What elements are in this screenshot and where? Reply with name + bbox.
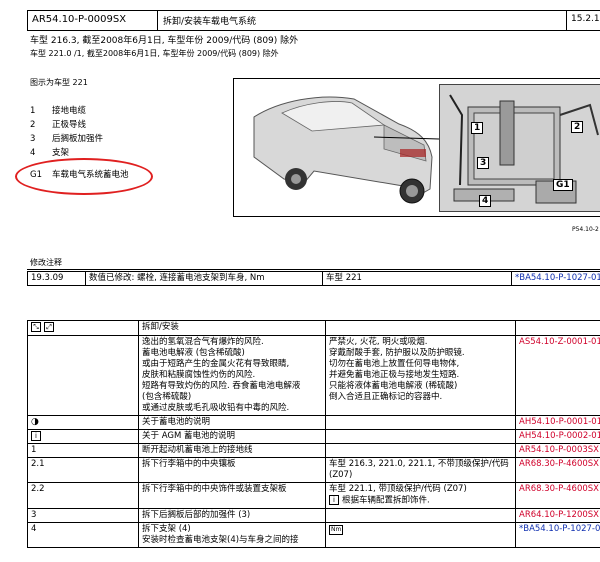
table-row: ◑ 关于蓄电池的说明 AH54.10-P-0001-01A [27, 414, 600, 430]
callout-g1: G1 [553, 179, 573, 191]
table-row: 2.1 拆下行李箱中的中央镶板 车型 216.3, 221.0, 221.1, … [27, 457, 600, 483]
notes-model: 车型 221 [322, 271, 512, 286]
figure-legend: 1 接地电缆 2 正极导线 3 后搁板加强件 4 支架 [30, 104, 103, 160]
expand-icon[interactable]: ⤡ [31, 322, 41, 332]
table-head-row: ⤡ ⤢ 拆卸/安装 [27, 320, 600, 336]
table-row: 4 拆下支架 (4) 安装时检查蓄电池支架(4)与车身之间的接 Nm *BA54.… [27, 521, 600, 548]
ref-link[interactable]: AR68.30-P-4600SX [515, 482, 600, 509]
legend-item: 1 接地电缆 [30, 106, 87, 116]
figure-ref: P54.10-2 [572, 226, 599, 233]
legend-item: 2 正极导线 [30, 120, 87, 130]
notes-text: 数值已修改: 螺栓, 连接蓄电池支架到车身, Nm [85, 271, 323, 286]
info-circle-icon: ◑ [31, 416, 39, 427]
warning-ref-link[interactable]: AS54.10-Z-0001-01A [515, 334, 600, 416]
ref-link[interactable]: AH54.10-P-0001-01A [515, 414, 600, 430]
table-row: 1 断开起动机蓄电池上的接地线 AR54.10-P-0003SX [27, 443, 600, 458]
doc-title: 拆卸/安装车载电气系统 [163, 17, 257, 27]
callout-4: 4 [479, 195, 492, 207]
header-divider-2 [566, 11, 567, 30]
warning-measures: 严禁火, 火花, 明火或吸烟. 穿戴耐酸手套, 防护服以及防护眼镜. 切勿在蓄电池上… [325, 334, 516, 416]
notes-title: 修改注释 [30, 258, 62, 267]
ref-link[interactable]: AR68.30-P-4600SX [515, 457, 600, 483]
ref-link[interactable]: AR64.10-P-1200SX [515, 507, 600, 523]
notes-date: 19.3.09 [27, 271, 86, 286]
table-row: 2.2 拆下行李箱中的中央饰件或装置支架板 车型 221.1, 带顶级保护/代码… [27, 482, 600, 509]
notes-ref-link[interactable]: *BA54.10-P-1027-01 [511, 271, 600, 286]
callout-3: 3 [477, 157, 490, 169]
battery-detail-drawing [449, 94, 599, 204]
doc-id: AR54.10-P-0009SX [32, 14, 127, 25]
car-illustration [234, 79, 439, 216]
doc-header: AR54.10-P-0009SX 拆卸/安装车载电气系统 15.2.1 [27, 10, 600, 31]
notes-table: 19.3.09 数值已修改: 螺栓, 连接蓄电池支架到车身, Nm 车型 221… [27, 271, 600, 286]
header-divider [157, 11, 158, 30]
torque-icon: Nm [329, 524, 344, 535]
figure-frame: 1 2 3 4 G1 [233, 78, 600, 217]
warning-icon-cell [27, 334, 139, 416]
ref-link[interactable]: AR54.10-P-0003SX [515, 443, 600, 458]
callout-2: 2 [571, 121, 584, 133]
notes-row: 19.3.09 数值已修改: 螺栓, 连接蓄电池支架到车身, Nm 车型 221… [27, 271, 600, 286]
head-label: 拆卸/安装 [138, 320, 326, 336]
info-icon: i [329, 495, 339, 505]
legend-item: 3 后搁板加强件 [30, 134, 104, 144]
highlight-ellipse [15, 158, 153, 195]
info-icon: i [31, 430, 41, 441]
procedure-table: ⤡ ⤢ 拆卸/安装 逸出的氢氧混合气有爆炸的风险. 蓄电池电解液 (包含稀硫酸) 或由… [27, 320, 600, 548]
model-line-1: 车型 216.3, 截至2008年6月1日, 车型年份 2009/代码 (809… [30, 36, 299, 46]
detail-inset: 1 2 3 4 G1 [439, 84, 600, 212]
callout-1: 1 [471, 122, 484, 134]
notes-rule [27, 269, 600, 270]
page-number: 15.2.1 [571, 14, 600, 24]
warning-row: 逸出的氢氧混合气有爆炸的风险. 蓄电池电解液 (包含稀硫酸) 或由于短路产生的金属火… [27, 334, 600, 416]
model-line-2: 车型 221.0 /1, 截至2008年6月1日, 车型年份 2009/代码 (… [30, 49, 279, 58]
ref-link[interactable]: *BA54.10-P-1027-01 [515, 521, 600, 548]
table-row: i 关于 AGM 蓄电池的说明 AH54.10-P-0002-01A [27, 428, 600, 444]
collapse-icon[interactable]: ⤢ [44, 322, 54, 332]
table-row: 3 拆下后搁板后部的加强件 (3) AR64.10-P-1200SX [27, 507, 600, 523]
warning-risks: 逸出的氢氧混合气有爆炸的风险. 蓄电池电解液 (包含稀硫酸) 或由于短路产生的金属火… [138, 334, 326, 416]
ref-link[interactable]: AH54.10-P-0002-01A [515, 428, 600, 444]
figure-caption: 图示为车型 221 [30, 78, 88, 87]
head-icons: ⤡ ⤢ [27, 320, 139, 336]
